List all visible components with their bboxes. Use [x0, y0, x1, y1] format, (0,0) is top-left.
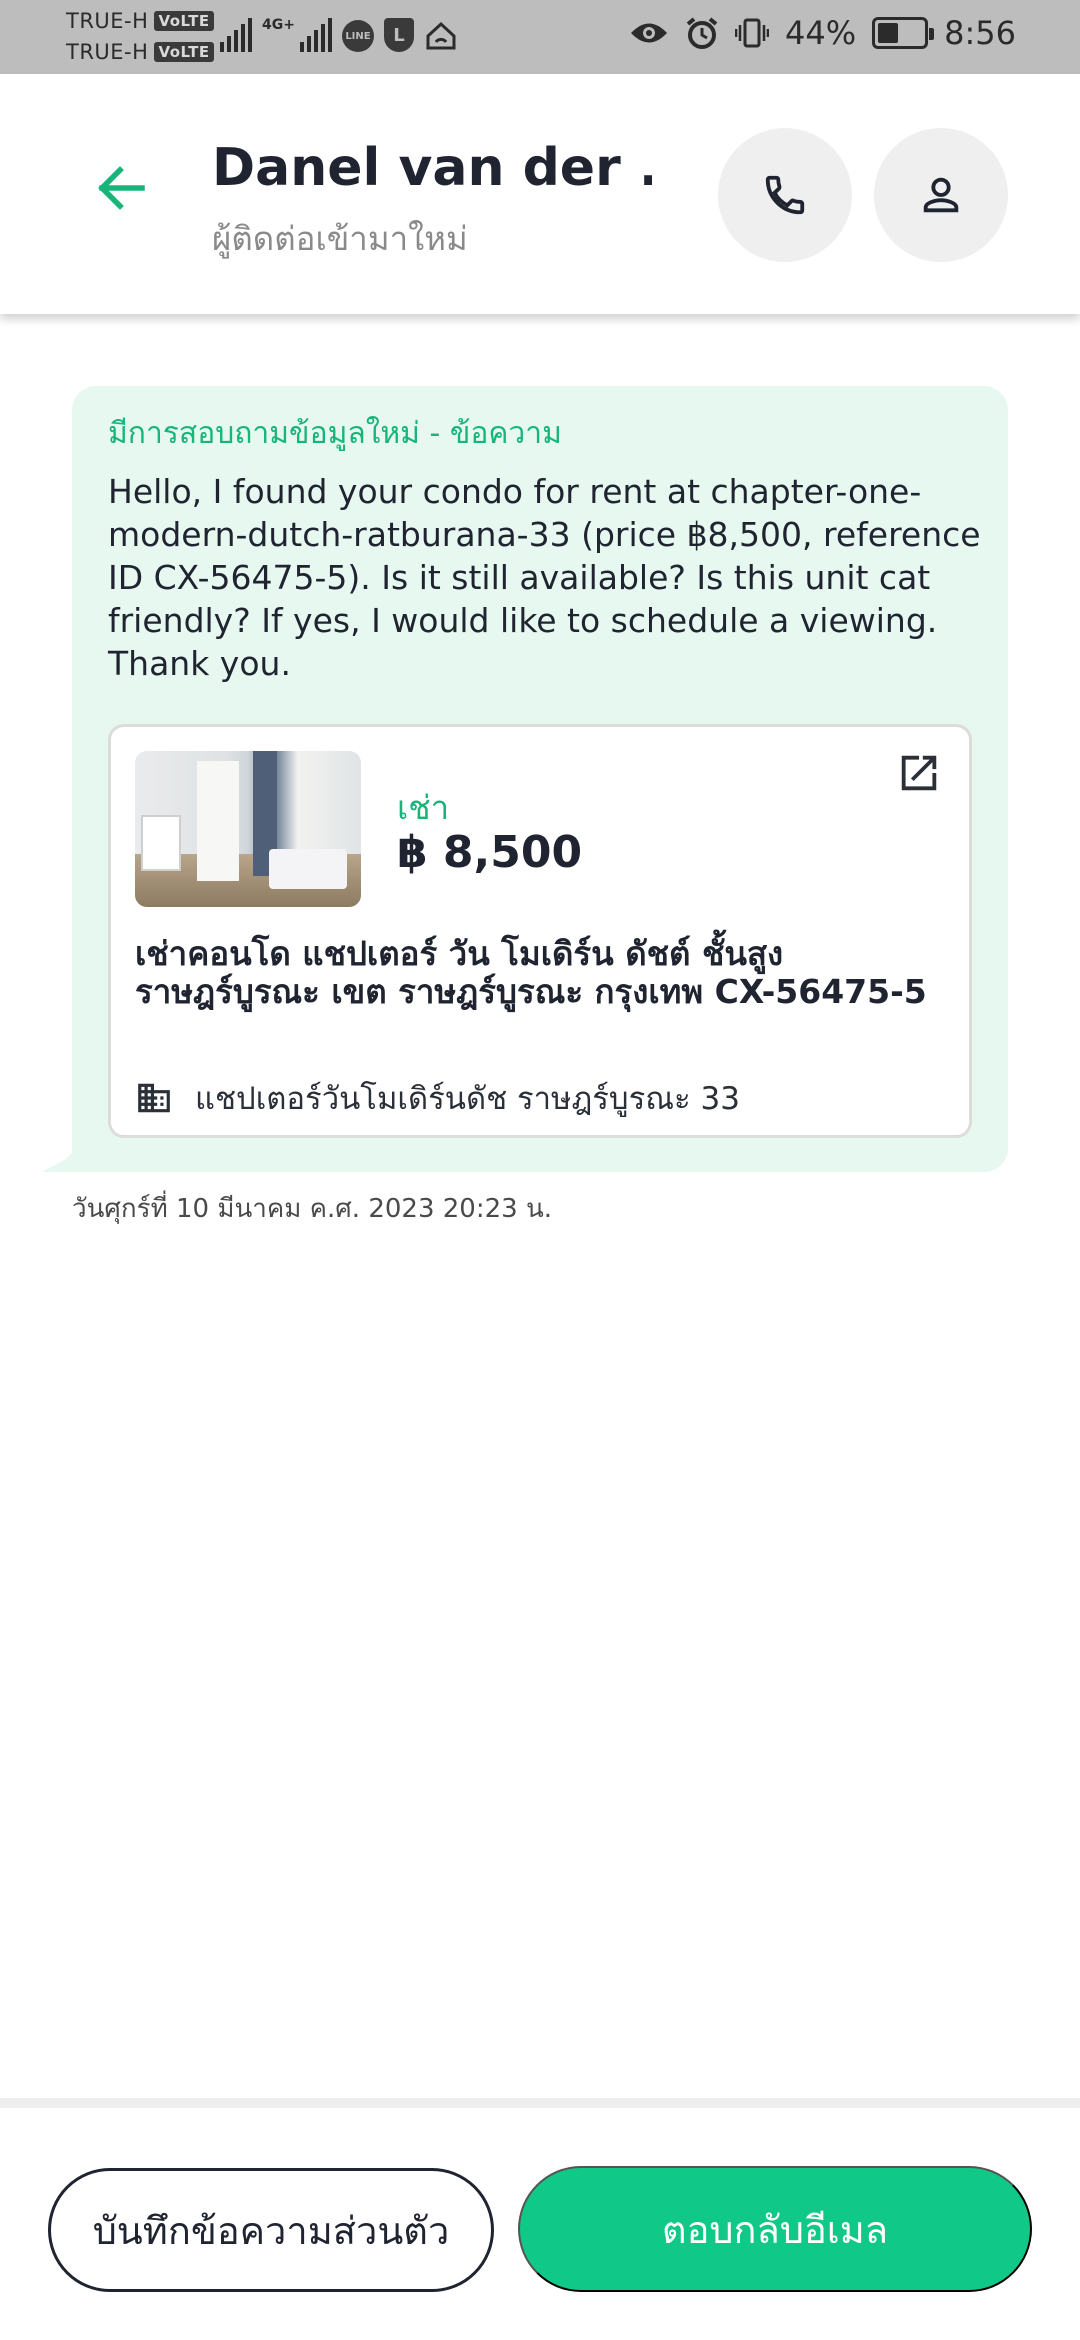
listing-title: เช่าคอนโด แชปเตอร์ วัน โมเดิร์น ดัชต์ ชั… — [135, 934, 927, 1011]
battery-percent: 44% — [785, 14, 857, 52]
signal-4g-icon: 4G+ — [262, 18, 332, 52]
network-type-label: 4G+ — [262, 17, 295, 33]
message-bubble: มีการสอบถามข้อมูลใหม่ - ข้อความ Hello, I… — [72, 386, 1008, 1172]
vibrate-icon — [735, 18, 770, 48]
phone-icon — [765, 175, 805, 215]
carrier-2-name: TRUE-H — [66, 40, 149, 64]
alarm-icon — [686, 17, 718, 49]
contact-name: Danel van der ... — [212, 138, 652, 198]
status-bar: TRUE-H VoLTE TRUE-H VoLTE 4G+ LINE L 44%… — [0, 0, 1080, 74]
private-note-button[interactable]: บันทึกข้อความส่วนตัว — [48, 2168, 494, 2292]
status-icons-left: 4G+ LINE L — [220, 18, 458, 52]
signal-icon — [220, 18, 252, 52]
carrier-1-name: TRUE-H — [66, 9, 149, 33]
person-icon — [923, 177, 959, 213]
chat-header: Danel van der ... ผู้ติดต่อเข้ามาใหม่ — [0, 74, 1080, 314]
message-title: มีการสอบถามข้อมูลใหม่ - ข้อความ — [108, 416, 562, 451]
line-app-icon: LINE — [341, 20, 374, 52]
status-icons-right: 44% 8:56 — [629, 14, 1016, 52]
chat-screen: TRUE-H VoLTE TRUE-H VoLTE 4G+ LINE L 44%… — [0, 0, 1080, 2340]
listing-price: ฿ 8,500 — [397, 827, 583, 878]
home-wifi-icon — [426, 21, 456, 50]
call-button[interactable] — [718, 128, 852, 262]
contact-status: ผู้ติดต่อเข้ามาใหม่ — [212, 219, 468, 258]
eye-icon — [631, 23, 668, 43]
message-body: Hello, I found your condo for rent at ch… — [108, 472, 981, 683]
listing-card[interactable]: เช่า ฿ 8,500 เช่าคอนโด แชปเตอร์ วัน โมเด… — [108, 724, 972, 1138]
message-timestamp: วันศุกร์ที่ 10 มีนาคม ค.ศ. 2023 20:23 น. — [72, 1194, 552, 1224]
volte-badge: VoLTE — [154, 42, 214, 62]
building-row: แชปเตอร์วันโมเดิร์นดัช ราษฎร์บูรณะ 33 — [135, 1073, 740, 1123]
back-button[interactable] — [88, 156, 152, 220]
arrow-left-icon — [98, 166, 145, 210]
listing-photo — [135, 751, 361, 907]
l-app-icon: L — [383, 18, 414, 52]
building-icon — [138, 1083, 170, 1113]
building-name: แชปเตอร์วันโมเดิร์นดัช ราษฎร์บูรณะ 33 — [195, 1081, 740, 1117]
contact-profile-button[interactable] — [874, 128, 1008, 262]
battery-icon — [872, 17, 935, 49]
carrier-2: TRUE-H VoLTE — [66, 40, 214, 64]
carrier-1: TRUE-H VoLTE — [66, 9, 214, 33]
bottom-action-bar: บันทึกข้อความส่วนตัว ตอบกลับอีเมล — [0, 2098, 1080, 2340]
volte-badge: VoLTE — [154, 11, 214, 31]
battery-fill — [878, 23, 898, 43]
open-external-icon — [901, 755, 937, 791]
clock: 8:56 — [944, 14, 1016, 52]
open-listing-button[interactable] — [893, 747, 945, 799]
reply-email-button[interactable]: ตอบกลับอีเมล — [518, 2166, 1032, 2292]
